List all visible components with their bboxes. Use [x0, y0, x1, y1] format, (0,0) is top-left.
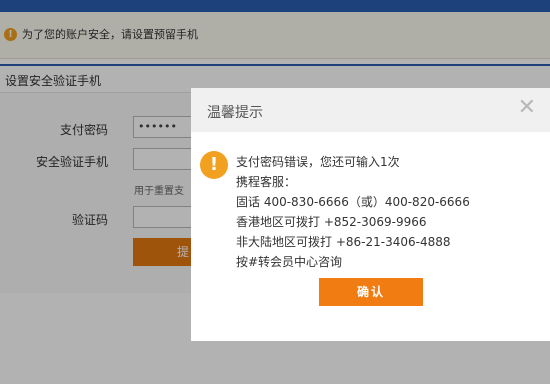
support-heading: 携程客服：	[236, 175, 297, 189]
confirm-button[interactable]: 确认	[319, 278, 423, 306]
alert-dialog: 温馨提示 ✕ ! 支付密码错误，您还可输入1次 携程客服： 固话 400-830…	[191, 88, 550, 341]
close-icon[interactable]: ✕	[518, 97, 536, 119]
dialog-header: 温馨提示 ✕	[191, 88, 550, 132]
support-hongkong: 香港地区可拨打 +852-3069-9966	[236, 215, 427, 229]
dialog-title: 温馨提示	[207, 105, 263, 121]
support-member-center: 按#转会员中心咨询	[236, 255, 343, 269]
support-landline: 固话 400-830-6666（或）400-820-6666	[236, 195, 470, 209]
support-overseas: 非大陆地区可拨打 +86-21-3406-4888	[236, 235, 451, 249]
error-message: 支付密码错误，您还可输入1次	[236, 155, 400, 169]
exclamation-icon: !	[200, 151, 228, 179]
